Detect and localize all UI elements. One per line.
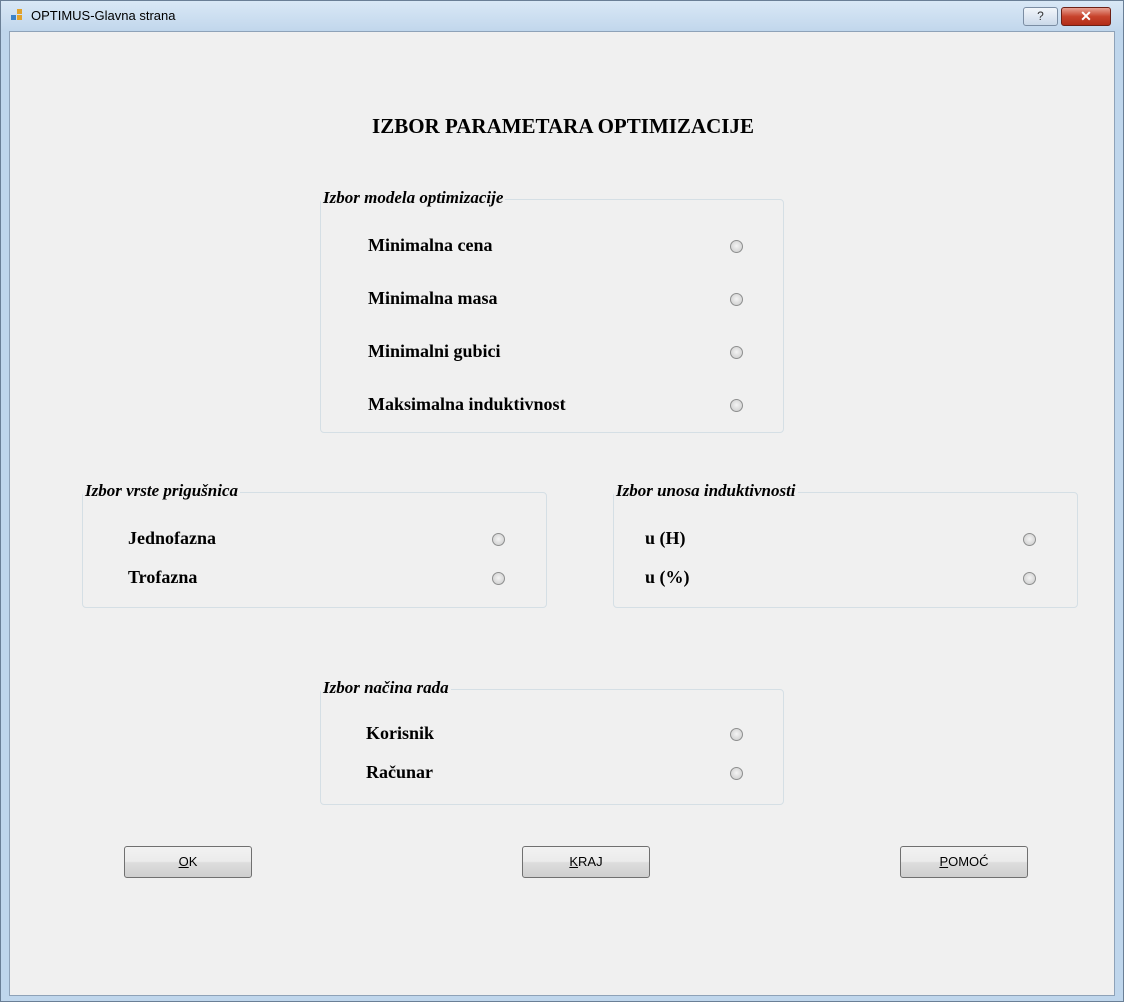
help-button[interactable]: ? (1023, 7, 1058, 26)
model-group-legend: Izbor modela optimizacije (321, 188, 506, 208)
option-label-computer[interactable]: Računar (366, 762, 433, 783)
radio-three-phase[interactable] (492, 572, 505, 585)
radio-single-phase[interactable] (492, 533, 505, 546)
option-label-henry[interactable]: u (H) (645, 528, 686, 549)
radio-min-cost[interactable] (730, 240, 743, 253)
exit-button-mnemonic: K (569, 854, 579, 869)
option-label-user[interactable]: Korisnik (366, 723, 434, 744)
radio-percent[interactable] (1023, 572, 1036, 585)
option-label-percent[interactable]: u (%) (645, 567, 690, 588)
main-window: OPTIMUS-Glavna strana ? ✕ IZBOR PARAMETA… (0, 0, 1124, 1002)
radio-user[interactable] (730, 728, 743, 741)
radio-min-losses[interactable] (730, 346, 743, 359)
help-dialog-button-label: OMOĆ (948, 854, 989, 869)
exit-button-label: RAJ (578, 854, 603, 869)
radio-min-mass[interactable] (730, 293, 743, 306)
inductance-group-legend: Izbor unosa induktivnosti (614, 481, 798, 501)
ok-button-label: K (188, 854, 198, 869)
radio-henry[interactable] (1023, 533, 1036, 546)
work-mode-groupbox: Izbor načina rada Korisnik Računar (320, 678, 784, 805)
radio-computer[interactable] (730, 767, 743, 780)
ok-button-mnemonic: O (178, 854, 189, 869)
option-label-three-phase[interactable]: Trofazna (128, 567, 197, 588)
option-label-min-mass[interactable]: Minimalna masa (368, 288, 498, 309)
choke-type-group-legend: Izbor vrste prigušnica (83, 481, 241, 501)
title-bar[interactable]: OPTIMUS-Glavna strana ? ✕ (1, 1, 1123, 30)
inductance-input-groupbox: Izbor unosa induktivnosti u (H) u (%) (613, 481, 1078, 608)
option-label-min-losses[interactable]: Minimalni gubici (368, 341, 501, 362)
ok-button[interactable]: OK (124, 846, 252, 878)
radio-max-inductance[interactable] (730, 399, 743, 412)
choke-type-groupbox: Izbor vrste prigušnica Jednofazna Trofaz… (82, 481, 547, 608)
work-mode-group-legend: Izbor načina rada (321, 678, 451, 698)
exit-button[interactable]: KRAJ (522, 846, 650, 878)
form-client-area: IZBOR PARAMETARA OPTIMIZACIJE Izbor mode… (9, 31, 1115, 996)
option-label-max-inductance[interactable]: Maksimalna induktivnost (368, 394, 566, 415)
help-dialog-button[interactable]: POMOĆ (900, 846, 1028, 878)
option-label-single-phase[interactable]: Jednofazna (128, 528, 216, 549)
app-icon (11, 9, 25, 21)
page-title: IZBOR PARAMETARA OPTIMIZACIJE (372, 114, 754, 138)
window-title: OPTIMUS-Glavna strana (31, 8, 176, 23)
close-button[interactable]: ✕ (1061, 7, 1111, 26)
help-dialog-button-mnemonic: P (939, 854, 949, 869)
model-groupbox: Izbor modela optimizacije Minimalna cena… (320, 188, 784, 433)
option-label-min-cost[interactable]: Minimalna cena (368, 235, 493, 256)
